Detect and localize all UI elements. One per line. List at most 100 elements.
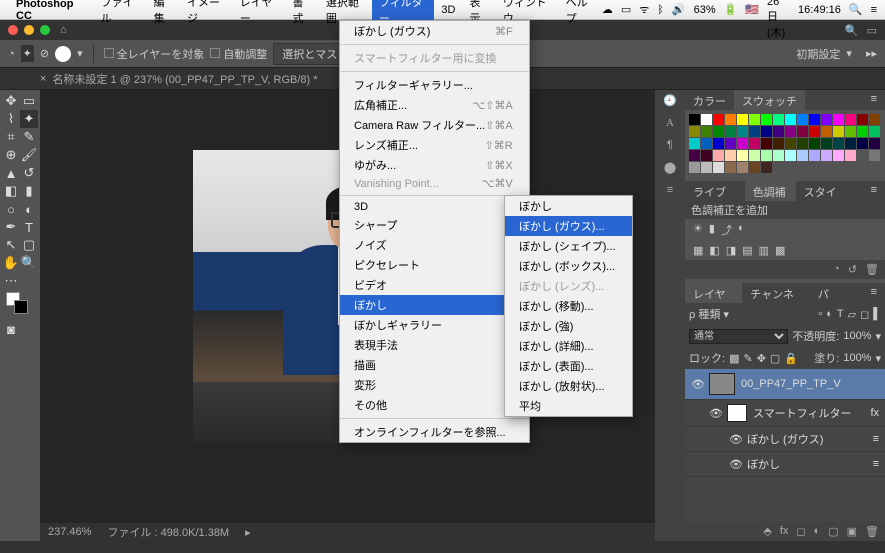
blur-shape[interactable]: ぼかし (シェイプ)...: [505, 236, 632, 256]
filter-blurg[interactable]: ぼかしギャラリー▶: [340, 315, 529, 335]
swatch-color[interactable]: [845, 114, 856, 125]
tab-layers[interactable]: レイヤー: [685, 283, 742, 303]
swatch-color[interactable]: [737, 114, 748, 125]
swatch-color[interactable]: [725, 114, 736, 125]
blur-box[interactable]: ぼかし (ボックス)...: [505, 256, 632, 276]
swatch-color[interactable]: [857, 126, 868, 137]
swatch-color[interactable]: [761, 150, 772, 161]
opacity-value[interactable]: 100%: [843, 330, 871, 342]
filter-img-icon[interactable]: ▫: [818, 308, 822, 320]
filter-wide[interactable]: 広角補正...⌥⇧⌘A: [340, 95, 529, 115]
blur-radial[interactable]: ぼかし (放射状)...: [505, 376, 632, 396]
layer-name[interactable]: 00_PP47_PP_TP_V: [741, 378, 841, 390]
swatch-color[interactable]: [845, 126, 856, 137]
filter-blur[interactable]: ぼかし▶: [340, 295, 529, 315]
traffic-lights[interactable]: [8, 25, 50, 35]
blur-avg[interactable]: 平均: [505, 396, 632, 416]
swatch-color[interactable]: [773, 150, 784, 161]
notif-icon[interactable]: ≡: [871, 4, 877, 16]
swatch-color[interactable]: [737, 126, 748, 137]
layer-thumb[interactable]: [709, 373, 735, 395]
opt-auto[interactable]: 自動調整: [210, 46, 267, 62]
swatch-color[interactable]: [821, 138, 832, 149]
lock-all-icon[interactable]: 🔒: [784, 352, 798, 365]
wifi-icon[interactable]: ᯤ: [639, 2, 649, 17]
menu-type[interactable]: 書式: [285, 0, 318, 20]
tab-adjustments[interactable]: 色調補正: [745, 181, 796, 201]
swatch-color[interactable]: [833, 138, 844, 149]
swatch-color[interactable]: [761, 126, 772, 137]
swatch-color[interactable]: [713, 150, 724, 161]
swatch-color[interactable]: [797, 114, 808, 125]
history-brush-tool[interactable]: ↺: [20, 164, 38, 182]
swatch-color[interactable]: [713, 138, 724, 149]
swatch-color[interactable]: [761, 138, 772, 149]
swatch-color[interactable]: [701, 126, 712, 137]
filter-type-icon[interactable]: T: [837, 308, 844, 320]
swatch-color[interactable]: [809, 126, 820, 137]
swatch-color[interactable]: [689, 162, 700, 173]
swatch-color[interactable]: [749, 150, 760, 161]
menu-window[interactable]: ウィンドウ: [496, 0, 559, 20]
swatch-color[interactable]: [749, 162, 760, 173]
hand-tool[interactable]: ✋: [2, 254, 20, 272]
adjust-row1[interactable]: ☀▮⤴◐: [685, 219, 885, 241]
swatch-color[interactable]: [857, 138, 868, 149]
filter-adj-icon[interactable]: ◐: [826, 308, 833, 320]
filter-noise[interactable]: ノイズ▶: [340, 235, 529, 255]
filter-shape-icon[interactable]: ▱: [848, 308, 856, 321]
tab-styles[interactable]: スタイル: [796, 181, 847, 201]
menu-help[interactable]: ヘルプ: [559, 0, 602, 20]
eraser-tool[interactable]: ◧: [2, 182, 20, 200]
spotlight-icon[interactable]: 🔍: [849, 3, 863, 16]
filter-row-1[interactable]: 👁 ぼかし (ガウス) ≡: [685, 427, 885, 452]
preset-dropdown-icon[interactable]: ▾: [846, 47, 852, 60]
filter-name[interactable]: ぼかし (ガウス): [747, 431, 823, 447]
menu-layer[interactable]: レイヤー: [233, 0, 286, 20]
shape-tool[interactable]: ▢: [20, 236, 38, 254]
swatch-color[interactable]: [797, 150, 808, 161]
blur-strong[interactable]: ぼかし (強): [505, 316, 632, 336]
swatch-color[interactable]: [833, 126, 844, 137]
filter-online[interactable]: オンラインフィルターを参照...: [340, 422, 529, 442]
tab-channels[interactable]: チャンネル: [742, 283, 810, 303]
quickmask-tool[interactable]: ◙: [2, 320, 20, 338]
bluetooth-icon[interactable]: ᛒ: [657, 4, 664, 16]
brush-icon[interactable]: ⊘: [40, 47, 49, 60]
crop-tool[interactable]: ⌗: [2, 128, 20, 146]
swatch-color[interactable]: [701, 138, 712, 149]
swatch-color[interactable]: [689, 126, 700, 137]
lasso-tool[interactable]: ⌇: [2, 110, 20, 128]
visibility-icon[interactable]: 👁: [729, 458, 741, 471]
swatch-color[interactable]: [809, 150, 820, 161]
tab-swatch[interactable]: スウォッチ: [734, 90, 805, 110]
fg-bg-swatch[interactable]: [2, 290, 38, 320]
swatch-color[interactable]: [749, 114, 760, 125]
swatch-color[interactable]: [821, 150, 832, 161]
blend-icon[interactable]: ≡: [873, 458, 879, 470]
swatch-color[interactable]: [785, 138, 796, 149]
blend-icon[interactable]: ≡: [873, 433, 879, 445]
tab-library[interactable]: ライブラリ: [685, 181, 745, 201]
swatch-color[interactable]: [701, 162, 712, 173]
filter-express[interactable]: 表現手法▶: [340, 335, 529, 355]
brush-size-dropdown[interactable]: ▾: [77, 47, 83, 60]
file-info[interactable]: ファイル : 498.0K/1.38M: [107, 524, 229, 540]
fx-button[interactable]: fx: [780, 525, 789, 538]
edit-toolbar[interactable]: ⋯: [2, 272, 20, 290]
mask-button[interactable]: ◻: [796, 525, 805, 538]
fill-value[interactable]: 100%: [843, 352, 871, 364]
filter-other[interactable]: その他▶: [340, 395, 529, 415]
swatch-color[interactable]: [869, 138, 880, 149]
link-icon[interactable]: ⬘: [763, 525, 771, 538]
swatch-color[interactable]: [689, 138, 700, 149]
volume-icon[interactable]: 🔊: [672, 3, 686, 16]
eyedropper-tool[interactable]: ✎: [20, 128, 38, 146]
panel-menu-icon[interactable]: ≡: [863, 283, 885, 303]
fx-icon[interactable]: fx: [870, 407, 879, 419]
swatch-color[interactable]: [773, 126, 784, 137]
filter-3d[interactable]: 3D▶: [340, 199, 529, 215]
swatch-color[interactable]: [689, 114, 700, 125]
pen-tool[interactable]: ✒: [2, 218, 20, 236]
swatch-color[interactable]: [857, 114, 868, 125]
